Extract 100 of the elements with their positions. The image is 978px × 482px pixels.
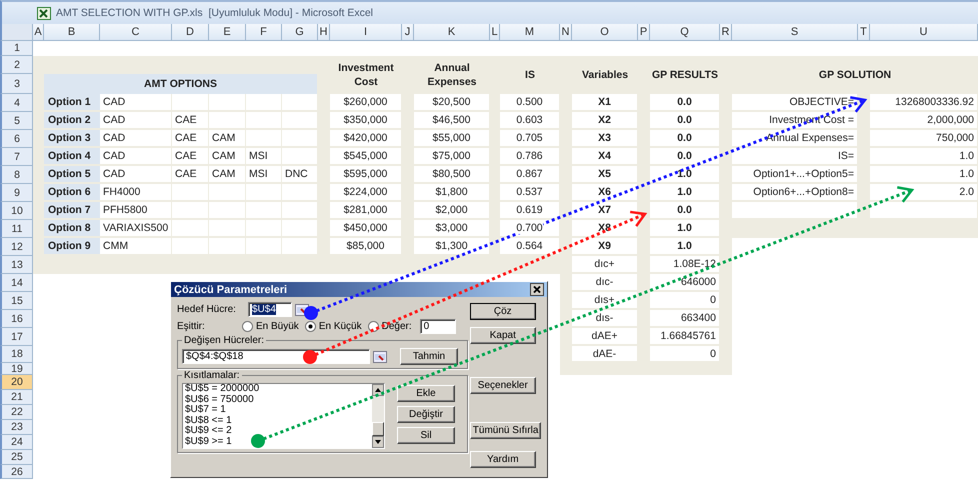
row-header[interactable]: 1 bbox=[0, 41, 33, 56]
table-cell: 1.0 bbox=[650, 220, 720, 238]
radio-option[interactable]: En Büyük bbox=[242, 321, 299, 332]
table-cell: 0 bbox=[650, 346, 720, 363]
column-header[interactable]: K bbox=[414, 24, 490, 41]
collapse-dialog-icon[interactable] bbox=[373, 350, 387, 362]
dialog-button[interactable]: Çöz bbox=[470, 303, 536, 320]
column-header[interactable]: B bbox=[44, 24, 100, 41]
column-header[interactable]: J bbox=[402, 24, 414, 41]
table-cell: $224,000 bbox=[330, 184, 402, 202]
column-header[interactable]: S bbox=[732, 24, 858, 41]
table-cell: 646000 bbox=[650, 274, 720, 292]
table-cell: CAE bbox=[172, 112, 209, 130]
row-header[interactable]: 20 bbox=[0, 375, 33, 390]
table-cell: 0.500 bbox=[500, 94, 560, 112]
close-icon[interactable] bbox=[530, 283, 544, 296]
column-header[interactable]: T bbox=[858, 24, 870, 41]
column-header[interactable]: E bbox=[209, 24, 246, 41]
table-cell: IS= bbox=[732, 148, 858, 166]
row-header[interactable]: 9 bbox=[0, 184, 33, 202]
row-header[interactable]: 4 bbox=[0, 94, 33, 112]
constraint-button[interactable]: Değiştir bbox=[397, 406, 455, 423]
table-cell: CAD bbox=[100, 112, 172, 130]
value-field[interactable]: 0 bbox=[420, 319, 456, 334]
row-header[interactable]: 19 bbox=[0, 363, 33, 375]
row-header[interactable]: 3 bbox=[0, 74, 33, 94]
row-header[interactable]: 8 bbox=[0, 166, 33, 184]
row-header[interactable]: 13 bbox=[0, 256, 33, 274]
dialog-button[interactable]: Tümünü Sıfırla bbox=[470, 422, 542, 439]
row-label: Option 1 bbox=[44, 94, 100, 112]
column-header[interactable]: C bbox=[100, 24, 172, 41]
column-header[interactable]: F bbox=[246, 24, 282, 41]
scroll-up-icon[interactable] bbox=[372, 384, 384, 396]
target-cell-field[interactable]: $U$4 bbox=[248, 302, 292, 317]
table-cell: X1 bbox=[572, 94, 638, 112]
constraint-item[interactable]: $U$9 >= 1 bbox=[185, 436, 372, 448]
table-cell: 0.705 bbox=[500, 130, 560, 148]
row-header[interactable]: 11 bbox=[0, 220, 33, 238]
group-label: Kısıtlamalar: bbox=[183, 370, 241, 381]
table-cell: 1.0 bbox=[870, 148, 978, 166]
row-header[interactable]: 25 bbox=[0, 450, 33, 465]
constraint-button[interactable]: Sil bbox=[397, 427, 455, 444]
table-cell: $46,500 bbox=[414, 112, 490, 130]
guess-button[interactable]: Tahmin bbox=[400, 348, 458, 365]
row-header[interactable]: 22 bbox=[0, 405, 33, 420]
row-header[interactable]: 24 bbox=[0, 435, 33, 450]
scrollbar[interactable] bbox=[372, 384, 384, 448]
constraint-item[interactable]: $U$8 <= 1 bbox=[185, 416, 372, 426]
constraint-button[interactable]: Ekle bbox=[397, 385, 455, 402]
row-header[interactable]: 2 bbox=[0, 56, 33, 74]
row-header[interactable]: 12 bbox=[0, 238, 33, 256]
row-header[interactable]: 21 bbox=[0, 390, 33, 405]
column-header[interactable]: G bbox=[282, 24, 318, 41]
column-header[interactable]: H bbox=[318, 24, 330, 41]
column-header[interactable]: L bbox=[490, 24, 500, 41]
row-header[interactable]: 14 bbox=[0, 274, 33, 292]
column-header[interactable]: O bbox=[572, 24, 638, 41]
row-header[interactable]: 15 bbox=[0, 292, 33, 310]
row-header[interactable]: 5 bbox=[0, 112, 33, 130]
row-header[interactable]: 17 bbox=[0, 328, 33, 346]
table-cell: 750,000 bbox=[870, 130, 978, 148]
constraint-item[interactable]: $U$6 = 750000 bbox=[185, 394, 372, 406]
column-header[interactable]: A bbox=[33, 24, 44, 41]
row-header[interactable]: 18 bbox=[0, 346, 33, 363]
column-heading: Annual Expenses bbox=[426, 61, 478, 90]
table-cell: Annual Expenses= bbox=[732, 130, 858, 148]
column-header[interactable]: U bbox=[870, 24, 978, 41]
table-cell: CAD bbox=[100, 148, 172, 166]
constraint-item[interactable]: $U$9 <= 2 bbox=[185, 426, 372, 437]
row-label: Option 8 bbox=[44, 220, 100, 238]
radio-icon[interactable] bbox=[242, 321, 253, 332]
row-header[interactable]: 23 bbox=[0, 420, 33, 435]
column-header[interactable]: R bbox=[720, 24, 732, 41]
column-header[interactable]: M bbox=[500, 24, 560, 41]
constraint-item[interactable]: $U$7 = 1 bbox=[185, 405, 372, 416]
radio-icon[interactable] bbox=[304, 321, 316, 332]
row-header[interactable]: 7 bbox=[0, 148, 33, 166]
constraint-item[interactable]: $U$5 = 2000000 bbox=[185, 384, 372, 395]
scroll-thumb[interactable] bbox=[372, 422, 384, 436]
changing-cells-field[interactable]: $Q$4:$Q$18 bbox=[182, 349, 370, 364]
row-header[interactable]: 10 bbox=[0, 202, 33, 220]
table-cell: CAD bbox=[100, 166, 172, 184]
column-header[interactable]: I bbox=[330, 24, 402, 41]
dialog-button[interactable]: Seçenekler bbox=[470, 377, 536, 394]
radio-option[interactable]: En Küçük bbox=[304, 321, 362, 332]
row-header[interactable]: 16 bbox=[0, 310, 33, 328]
column-header[interactable]: N bbox=[560, 24, 572, 41]
table-cell: 2.0 bbox=[870, 184, 978, 202]
table-cell: $350,000 bbox=[330, 112, 402, 130]
scroll-down-icon[interactable] bbox=[372, 436, 384, 448]
column-header[interactable]: Q bbox=[650, 24, 720, 41]
column-header[interactable]: P bbox=[638, 24, 650, 41]
column-header[interactable]: D bbox=[172, 24, 209, 41]
dialog-button[interactable]: Yardım bbox=[470, 451, 536, 468]
row-header[interactable]: 26 bbox=[0, 465, 33, 479]
constraints-list[interactable]: $U$5 = 2000000 $U$6 = 750000 $U$7 = 1 $U$8 <= 1 $U$9 <= 2 $U$9 >= 1 bbox=[182, 383, 385, 449]
dialog-button[interactable]: Kapat bbox=[470, 327, 536, 344]
row-header[interactable]: 6 bbox=[0, 130, 33, 148]
table-cell: $55,000 bbox=[414, 130, 490, 148]
table-cell: 0.564 bbox=[500, 238, 560, 256]
